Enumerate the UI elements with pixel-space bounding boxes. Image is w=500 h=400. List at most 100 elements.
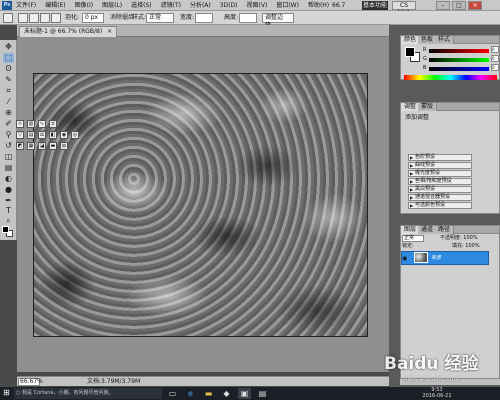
menu-layer[interactable]: 图层(L) [102,1,122,10]
menu-3d[interactable]: 3D(D) [220,1,238,10]
preset-curves[interactable]: 曲线预设 [408,162,472,169]
brightness-icon[interactable]: ☼ [16,120,24,128]
antialias-checkbox[interactable]: 消除锯齿 [110,14,134,22]
curves-icon[interactable]: ∿ [38,120,46,128]
healing-brush-icon[interactable]: ⊕ [3,108,14,118]
quick-select-icon[interactable]: ✎ [3,75,14,85]
marquee-tool-icon[interactable] [3,13,13,23]
exposure-icon[interactable]: ± [49,120,57,128]
menu-help[interactable]: 帮助(H) [308,1,329,10]
opacity-field[interactable]: 不透明度: 100% [440,235,478,242]
maximize-button[interactable]: □ [452,1,466,10]
edge-browser-icon[interactable]: e [184,388,197,399]
menu-edit[interactable]: 编辑(E) [45,1,65,10]
gradient-map-icon[interactable]: ▬ [49,142,57,150]
photo-filter-icon[interactable]: ◉ [60,131,68,139]
green-bar[interactable] [429,58,489,62]
foreground-color-swatch[interactable] [405,47,415,57]
visibility-eye-icon[interactable]: ◉ [402,255,410,262]
close-tab-icon[interactable]: × [107,28,112,35]
workspace-button[interactable]: 基本功能 [362,1,388,10]
menu-analysis[interactable]: 分析(A) [190,1,211,10]
feather-input[interactable]: 0 px [82,13,104,23]
selective-color-icon[interactable]: ◍ [60,142,68,150]
menu-filter[interactable]: 滤镜(T) [161,1,181,10]
menu-select[interactable]: 选择(S) [131,1,152,10]
menu-window[interactable]: 窗口(W) [276,1,299,10]
minimize-button[interactable]: – [436,1,450,10]
green-value[interactable]: 0 [491,55,499,62]
red-bar[interactable] [429,49,489,53]
invert-icon[interactable]: ◩ [16,142,24,150]
zoom-field[interactable]: 66.67% [18,378,43,386]
preset-channel-mixer[interactable]: 通道混合器预设 [408,194,472,201]
tab-masks[interactable]: 蒙版 [418,103,438,111]
move-tool-icon[interactable]: ✥ [3,42,14,52]
green-slider[interactable]: G 0 [423,55,499,63]
tab-paths[interactable]: 路径 [435,226,455,234]
preset-levels[interactable]: 色阶预设 [408,154,472,161]
clone-stamp-icon[interactable]: ⚲ [3,130,14,140]
height-input[interactable] [239,13,257,23]
red-slider[interactable]: R 0 [423,46,499,54]
pen-tool-icon[interactable]: ✒ [3,196,14,206]
blend-mode-select[interactable]: 正常 [402,235,424,242]
black-white-icon[interactable]: ◧ [49,131,57,139]
eraser-tool-icon[interactable]: ◫ [3,152,14,162]
levels-icon[interactable]: ▥ [27,120,35,128]
cortana-search-box[interactable]: 我是 Cortana，小娜。有问题尽管问我。 [14,388,162,399]
dodge-tool-icon[interactable]: ● [3,185,14,195]
taskbar-clock[interactable]: 9:53 2016-06-21 [420,387,454,399]
subtract-selection-icon[interactable] [40,13,50,23]
photoshop-taskbar-icon[interactable]: ▣ [238,388,251,399]
store-icon[interactable]: ◆ [220,388,233,399]
cs-live-button[interactable]: CS Live [392,1,416,16]
fill-field[interactable]: 填充: 100% [452,243,480,250]
windows-start-icon[interactable]: ⊞ [3,389,11,397]
hue-saturation-icon[interactable]: ▤ [27,131,35,139]
blue-value[interactable]: 0 [491,64,499,71]
close-button[interactable]: × [468,1,482,10]
gradient-tool-icon[interactable]: ▤ [3,163,14,173]
blue-bar[interactable] [429,67,489,71]
posterize-icon[interactable]: ▦ [27,142,35,150]
type-tool-icon[interactable]: T [3,206,14,216]
preset-selective-color[interactable]: 可选颜色预设 [408,202,472,209]
menu-view[interactable]: 视图(V) [247,1,268,10]
channel-mixer-icon[interactable]: ◎ [71,131,79,139]
crop-tool-icon[interactable]: ⌗ [3,86,14,96]
zoom-readout[interactable]: 66.7 [332,1,345,10]
clouds-canvas[interactable] [33,73,368,337]
preset-hue-saturation[interactable]: 色相/饱和度预设 [408,178,472,185]
tab-styles[interactable]: 样式 [435,36,455,44]
new-selection-icon[interactable] [18,13,28,23]
task-view-icon[interactable]: ▭ [166,388,179,399]
add-selection-icon[interactable] [29,13,39,23]
width-input[interactable] [195,13,213,23]
blue-slider[interactable]: B 0 [423,64,499,72]
layer-name[interactable]: 背景 [431,255,441,261]
threshold-icon[interactable]: ◪ [38,142,46,150]
menu-image[interactable]: 图像(I) [75,1,93,10]
preset-exposure[interactable]: 曝光度预设 [408,170,472,177]
app-taskbar-icon[interactable]: ▤ [256,388,269,399]
refine-edge-button[interactable]: 调整边缘... [262,13,294,29]
zoom-tool-icon[interactable]: ⌕ [3,216,14,226]
document-tab[interactable]: 未标题-1 @ 66.7% (RGB/8) × [19,26,118,37]
history-brush-icon[interactable]: ↺ [3,141,14,151]
foreground-color-swatch[interactable] [2,226,9,233]
lasso-tool-icon[interactable]: ʘ [3,64,14,74]
eyedropper-tool-icon[interactable]: ⁄ [3,97,14,107]
brush-tool-icon[interactable]: ✐ [3,119,14,129]
marquee-tool-icon[interactable]: ⬚ [3,53,14,63]
intersect-selection-icon[interactable] [51,13,61,23]
red-value[interactable]: 0 [491,46,499,53]
color-balance-icon[interactable]: ⚖ [38,131,46,139]
file-explorer-icon[interactable]: ▬ [202,388,215,399]
menu-file[interactable]: 文件(F) [16,1,36,10]
style-select[interactable]: 正常 [146,13,174,23]
preset-black-white[interactable]: 黑白预设 [408,186,472,193]
blur-tool-icon[interactable]: ◐ [3,174,14,184]
vibrance-icon[interactable]: ▽ [16,131,24,139]
color-spectrum[interactable] [404,75,497,80]
